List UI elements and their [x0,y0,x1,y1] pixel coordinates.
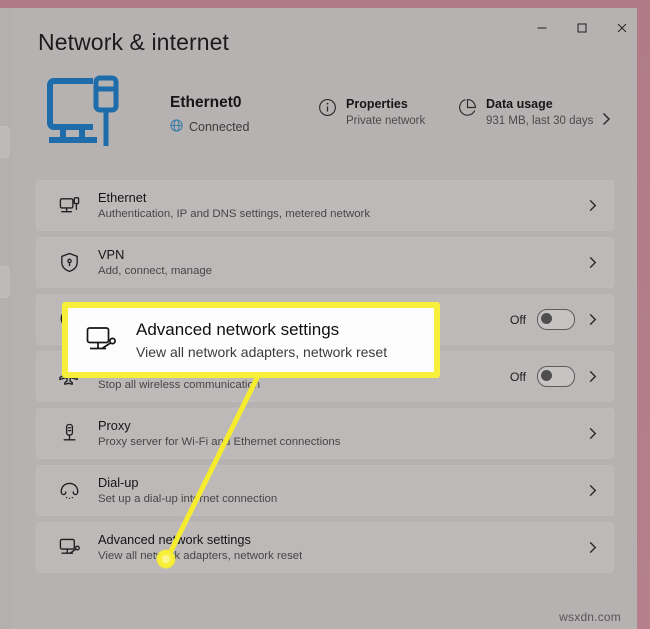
sidebar-sliver[interactable] [0,8,12,629]
settings-row-text: Proxy Proxy server for Wi-Fi and Ethernet… [98,418,586,450]
network-name: Ethernet0 [170,94,242,111]
settings-row-controls [586,541,599,554]
callout-advanced-network-settings[interactable]: Advanced network settings View all netwo… [62,302,440,378]
settings-row-subtitle: Set up a dial-up internet connection [98,492,278,505]
vpn-shield-icon [56,250,82,276]
settings-row-proxy[interactable]: Proxy Proxy server for Wi-Fi and Ethernet… [36,408,614,459]
pie-chart-icon [458,98,477,122]
toggle-state-label: Off [509,312,526,327]
settings-row-title: Ethernet [98,189,147,205]
toggle-switch[interactable] [537,309,575,330]
settings-row-subtitle: Proxy server for Wi-Fi and Ethernet conn… [98,435,341,448]
settings-row-advanced-network-settings[interactable]: Advanced network settings View all networ… [36,522,614,573]
properties-title: Properties [346,97,408,111]
settings-row-controls [586,427,599,440]
settings-row-vpn[interactable]: VPN Add, connect, manage [36,237,614,288]
settings-row-title: Dial-up [98,474,139,490]
settings-row-controls [586,199,599,212]
settings-window: Network & internet Ethernet0 Connected P… [0,8,637,629]
minimize-icon[interactable] [523,15,561,41]
data-usage-subtitle: 931 MB, last 30 days [486,115,594,127]
chevron-right-icon[interactable] [586,370,599,383]
toggle-knob [541,370,552,381]
ethernet-desktop-icon [38,68,130,160]
watermark: wsxdn.com [559,610,621,624]
settings-row-dial-up[interactable]: Dial-up Set up a dial-up internet connect… [36,465,614,516]
settings-row-subtitle: Add, connect, manage [98,264,212,277]
chevron-right-icon[interactable] [586,199,599,212]
settings-row-ethernet[interactable]: Ethernet Authentication, IP and DNS setti… [36,180,614,231]
settings-row-controls [586,484,599,497]
settings-row-text: VPN Add, connect, manage [98,247,586,279]
settings-row-title: Advanced network settings [98,531,251,547]
chevron-right-icon[interactable] [586,541,599,554]
toggle-state-label: Off [509,369,526,384]
callout-title: Advanced network settings [136,319,340,339]
callout-subtitle: View all network adapters, network reset [136,343,388,360]
settings-row-controls [586,256,599,269]
page-title: Network & internet [38,29,229,55]
toggle-knob [541,313,552,324]
info-circle-icon [318,98,337,122]
settings-row-text: Advanced network settings View all networ… [98,532,586,564]
properties-subtitle: Private network [346,115,426,127]
sidebar-sliver-item-1[interactable] [0,126,10,158]
settings-row-controls: Off [510,309,599,330]
settings-row-text: Ethernet Authentication, IP and DNS setti… [98,190,586,222]
chevron-right-icon[interactable] [599,112,613,131]
advanced-network-icon [84,323,118,357]
chevron-right-icon[interactable] [586,484,599,497]
dial-up-icon [56,478,82,504]
sidebar-sliver-item-2[interactable] [0,266,10,298]
settings-row-title: Proxy [98,417,131,433]
toggle-switch[interactable] [537,366,575,387]
settings-row-title: VPN [98,246,125,262]
ethernet-icon [56,193,82,219]
settings-list: Ethernet Authentication, IP and DNS setti… [36,180,614,579]
data-usage-link[interactable]: Data usage 931 MB, last 30 days [458,96,593,129]
network-status-hero: Ethernet0 Connected Properties Private n… [36,68,614,164]
settings-row-subtitle: Stop all wireless communication [98,378,261,391]
chevron-right-icon[interactable] [586,427,599,440]
close-icon[interactable] [603,15,637,41]
data-usage-title: Data usage [486,97,553,111]
settings-row-controls: Off [510,366,599,387]
network-status-label: Connected [189,120,250,134]
globe-icon [170,119,183,135]
proxy-icon [56,421,82,447]
chevron-right-icon[interactable] [586,313,599,326]
advanced-network-icon [56,535,82,561]
chevron-right-icon[interactable] [586,256,599,269]
settings-row-subtitle: View all network adapters, network reset [98,549,303,562]
properties-link[interactable]: Properties Private network [318,96,425,129]
network-status: Connected [170,119,249,135]
settings-row-subtitle: Authentication, IP and DNS settings, met… [98,207,371,220]
maximize-icon[interactable] [563,15,601,41]
settings-row-text: Dial-up Set up a dial-up internet connect… [98,475,586,507]
